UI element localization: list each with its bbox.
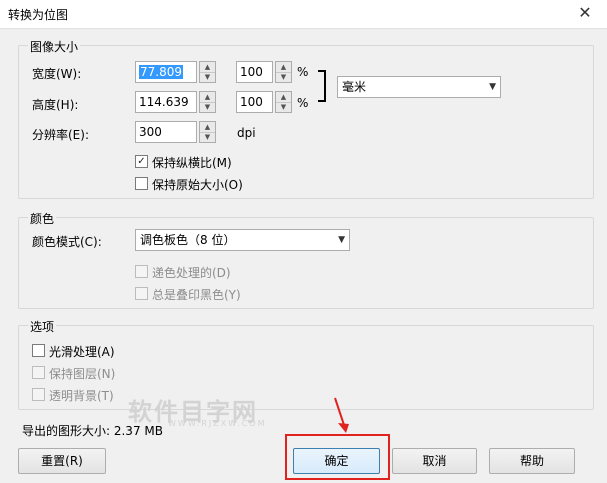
resolution-spinner[interactable]: ▲ ▼ bbox=[199, 121, 216, 143]
height-percent-symbol: % bbox=[297, 96, 309, 110]
color-mode-value: 调色板色（8 位） bbox=[140, 233, 236, 247]
proportion-link-bracket bbox=[318, 70, 326, 102]
export-size-text: 导出的图形大小: 2.37 MB bbox=[22, 424, 163, 438]
height-spinner[interactable]: ▲ ▼ bbox=[199, 91, 216, 113]
spin-down-icon[interactable]: ▼ bbox=[200, 72, 215, 82]
keep-original-checkbox[interactable] bbox=[135, 177, 148, 190]
keep-ratio-checkbox[interactable]: ✓ bbox=[135, 155, 148, 168]
color-mode-label: 颜色模式(C): bbox=[32, 235, 102, 249]
unit-select[interactable]: 毫米 ▼ bbox=[337, 76, 501, 98]
transparent-bg-checkbox[interactable] bbox=[32, 388, 45, 401]
keep-original-label[interactable]: 保持原始大小(O) bbox=[152, 176, 243, 193]
close-icon: ✕ bbox=[578, 3, 592, 22]
width-spinner[interactable]: ▲ ▼ bbox=[199, 61, 216, 83]
width-label: 宽度(W): bbox=[32, 67, 82, 81]
overprint-label[interactable]: 总是叠印黑色(Y) bbox=[152, 286, 241, 303]
image-size-legend: 图像大小 bbox=[28, 38, 81, 55]
height-input[interactable]: 114.639 bbox=[135, 91, 197, 113]
window-title: 转换为位图 bbox=[8, 8, 69, 22]
chevron-down-icon: ▼ bbox=[489, 82, 496, 92]
annotation-arrow bbox=[334, 397, 349, 433]
title-bar bbox=[0, 0, 607, 29]
help-button[interactable]: 帮助 bbox=[489, 448, 575, 474]
width-percent-input[interactable]: 100 bbox=[236, 61, 273, 83]
spin-down-icon[interactable]: ▼ bbox=[276, 102, 291, 112]
width-value: 77.809 bbox=[139, 65, 183, 79]
overprint-checkbox[interactable] bbox=[135, 287, 148, 300]
height-label: 高度(H): bbox=[32, 98, 79, 112]
dither-checkbox[interactable] bbox=[135, 265, 148, 278]
resolution-input[interactable]: 300 bbox=[135, 121, 197, 143]
dither-label[interactable]: 递色处理的(D) bbox=[152, 264, 231, 281]
cancel-button[interactable]: 取消 bbox=[392, 448, 477, 474]
close-button[interactable]: ✕ bbox=[573, 3, 597, 23]
height-percent-spinner[interactable]: ▲ ▼ bbox=[275, 91, 292, 113]
antialias-label[interactable]: 光滑处理(A) bbox=[49, 343, 115, 360]
chevron-down-icon: ▼ bbox=[338, 235, 345, 245]
unit-value: 毫米 bbox=[342, 80, 367, 94]
transparent-bg-label[interactable]: 透明背景(T) bbox=[49, 387, 114, 404]
keep-ratio-label[interactable]: 保持纵横比(M) bbox=[152, 154, 232, 171]
spin-down-icon[interactable]: ▼ bbox=[276, 72, 291, 82]
width-percent-spinner[interactable]: ▲ ▼ bbox=[275, 61, 292, 83]
keep-layers-checkbox[interactable] bbox=[32, 366, 45, 379]
spin-down-icon[interactable]: ▼ bbox=[200, 132, 215, 142]
reset-button[interactable]: 重置(R) bbox=[18, 448, 106, 474]
color-legend: 颜色 bbox=[28, 210, 57, 227]
antialias-checkbox[interactable] bbox=[32, 344, 45, 357]
spin-down-icon[interactable]: ▼ bbox=[200, 102, 215, 112]
options-legend: 选项 bbox=[28, 318, 57, 335]
height-percent-input[interactable]: 100 bbox=[236, 91, 273, 113]
width-input[interactable]: 77.809 bbox=[135, 61, 197, 83]
color-mode-select[interactable]: 调色板色（8 位） ▼ bbox=[135, 229, 350, 251]
width-percent-symbol: % bbox=[297, 65, 309, 79]
watermark-subtext: WWW.RJZXW.COM bbox=[168, 419, 267, 428]
keep-layers-label[interactable]: 保持图层(N) bbox=[49, 365, 115, 382]
ok-button[interactable]: 确定 bbox=[293, 448, 380, 474]
resolution-unit: dpi bbox=[237, 126, 256, 140]
resolution-label: 分辨率(E): bbox=[32, 128, 89, 142]
